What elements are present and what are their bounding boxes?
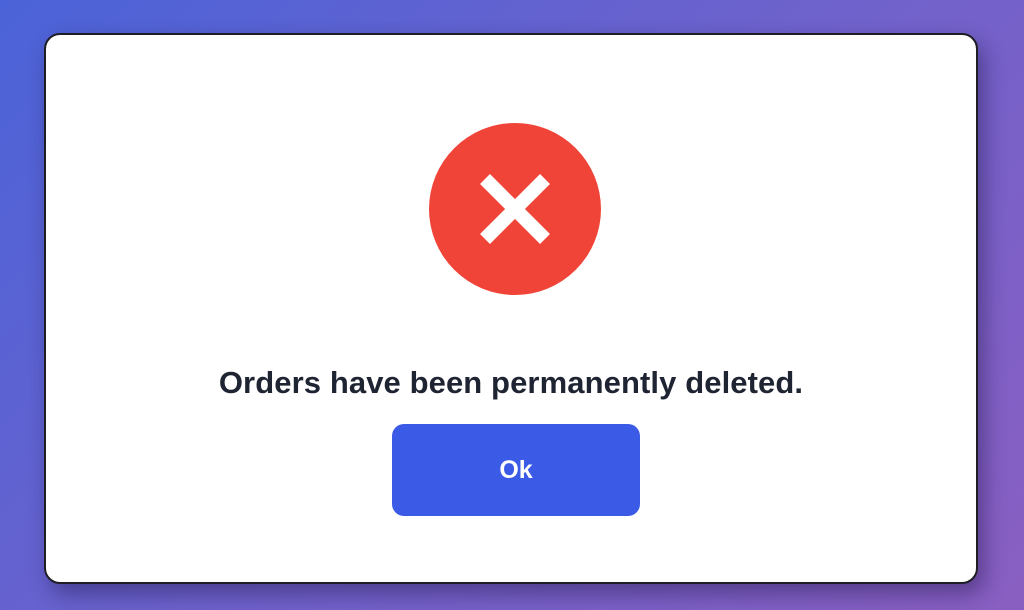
- error-dialog: Orders have been permanently deleted. Ok: [44, 33, 978, 584]
- close-x-icon: [480, 174, 550, 244]
- error-status-icon: [429, 123, 601, 295]
- dialog-message: Orders have been permanently deleted.: [218, 365, 804, 400]
- ok-button[interactable]: Ok: [392, 424, 640, 516]
